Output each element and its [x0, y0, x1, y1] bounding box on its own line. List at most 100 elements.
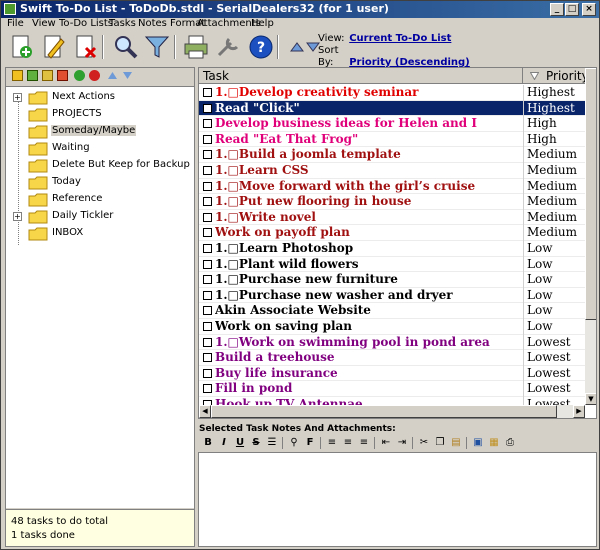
edit-task-icon[interactable]	[39, 33, 67, 61]
menu-todo-lists[interactable]: To-Do Lists	[59, 18, 113, 29]
task-row[interactable]: 1.□Plant wild flowers Low	[199, 257, 585, 273]
task-row[interactable]: 1.□Work on swimming pool in pond area Low…	[199, 335, 585, 351]
task-done-checkbox[interactable]	[203, 228, 212, 238]
italic-button[interactable]: I	[217, 436, 231, 450]
underline-button[interactable]: U	[233, 436, 247, 450]
task-row[interactable]: 1.□Purchase new washer and dryer Low	[199, 288, 585, 304]
task-row[interactable]: Work on payoff plan Medium	[199, 225, 585, 241]
align-center-icon[interactable]: ≡	[341, 436, 355, 450]
copy-icon[interactable]: ❐	[433, 436, 447, 450]
task-done-checkbox[interactable]	[203, 119, 212, 129]
cut-icon[interactable]: ✂	[417, 436, 431, 450]
scroll-right-arrow[interactable]: ▶	[573, 405, 585, 418]
tree-item[interactable]: PROJECTS	[6, 106, 194, 123]
scroll-down-arrow[interactable]: ▼	[585, 393, 596, 405]
vertical-scroll-thumb[interactable]	[585, 68, 596, 320]
bold-button[interactable]: B	[201, 436, 215, 450]
bullet-list-icon[interactable]: ☰	[265, 436, 279, 450]
find-text-icon[interactable]: ⚲	[287, 436, 301, 450]
notes-editor[interactable]	[198, 452, 597, 547]
help-icon[interactable]: ?	[247, 33, 275, 61]
task-row[interactable]: 1.□Purchase new furniture Low	[199, 272, 585, 288]
menu-help[interactable]: Help	[251, 18, 274, 29]
menu-tasks[interactable]: Tasks	[109, 18, 136, 29]
tree-item[interactable]: INBOX	[6, 225, 194, 242]
task-row[interactable]: Hook up TV Antennae Lowest	[199, 397, 585, 405]
paste-icon[interactable]: ▤	[449, 436, 463, 450]
close-button[interactable]: ×	[582, 3, 596, 16]
task-done-checkbox[interactable]	[203, 259, 212, 269]
menu-view[interactable]: View	[32, 18, 56, 29]
tree-item[interactable]: Someday/Maybe	[6, 123, 194, 140]
open-attachment-icon[interactable]: ▦	[487, 436, 501, 450]
task-row[interactable]: 1.□Put new flooring in house Medium	[199, 194, 585, 210]
search-icon[interactable]	[111, 33, 139, 61]
font-button[interactable]: F	[303, 436, 317, 450]
task-done-checkbox[interactable]	[203, 150, 212, 160]
task-done-checkbox[interactable]	[203, 197, 212, 207]
move-up-icon[interactable]	[283, 33, 304, 61]
task-done-checkbox[interactable]	[203, 103, 212, 113]
minimize-button[interactable]: _	[550, 3, 564, 16]
task-row[interactable]: 1.□Learn CSS Medium	[199, 163, 585, 179]
expand-icon[interactable]: +	[13, 93, 22, 102]
tree-item[interactable]: Today	[6, 174, 194, 191]
task-done-checkbox[interactable]	[203, 244, 212, 253]
task-row[interactable]: Build a treehouse Lowest	[199, 350, 585, 366]
folder-up-icon[interactable]	[107, 70, 118, 81]
task-row[interactable]: Buy life insurance Lowest	[199, 366, 585, 382]
filter-icon[interactable]	[143, 33, 171, 61]
expand-all-icon[interactable]	[74, 70, 85, 81]
tree-item[interactable]: Delete But Keep for Backup	[6, 157, 194, 174]
expand-icon[interactable]: +	[13, 212, 22, 221]
task-done-checkbox[interactable]	[203, 88, 212, 97]
delete-folder-icon[interactable]	[57, 70, 68, 81]
task-row[interactable]: 1.□Write novel Medium	[199, 210, 585, 226]
collapse-all-icon[interactable]	[89, 70, 100, 81]
print-notes-icon[interactable]: ⎙	[503, 436, 517, 450]
task-done-checkbox[interactable]	[203, 290, 212, 300]
align-left-icon[interactable]: ≡	[325, 436, 339, 450]
print-icon[interactable]	[182, 33, 210, 61]
tree-item[interactable]: + Daily Tickler	[6, 208, 194, 225]
menu-notes-format[interactable]: Notes Format	[138, 18, 205, 29]
edit-folder-icon[interactable]	[42, 70, 53, 81]
indent-icon[interactable]: ⇥	[395, 436, 409, 450]
folder-down-icon[interactable]	[122, 70, 133, 81]
task-done-checkbox[interactable]	[203, 322, 212, 331]
task-done-checkbox[interactable]	[203, 134, 212, 144]
task-column-header[interactable]: Task	[199, 68, 523, 84]
strikethrough-button[interactable]: S	[249, 436, 263, 450]
vertical-scrollbar[interactable]: ▼	[585, 68, 596, 405]
align-right-icon[interactable]: ≡	[357, 436, 371, 450]
tools-wrench-icon[interactable]	[215, 33, 243, 61]
horizontal-scroll-thumb[interactable]	[211, 405, 557, 418]
task-done-checkbox[interactable]	[203, 337, 212, 347]
horizontal-scrollbar[interactable]: ◀ ▶	[199, 405, 585, 418]
task-row[interactable]: 1.□Move forward with the girl’s cruise Me…	[199, 179, 585, 195]
task-row[interactable]: Work on saving plan Low	[199, 319, 585, 335]
task-done-checkbox[interactable]	[203, 275, 212, 285]
new-subfolder-icon[interactable]	[27, 70, 38, 81]
task-row[interactable]: Read "Click" Highest	[199, 100, 585, 117]
tree-item[interactable]: Waiting	[6, 140, 194, 157]
task-row[interactable]: Akin Associate Website Low	[199, 303, 585, 319]
scroll-left-arrow[interactable]: ◀	[199, 405, 211, 418]
save-icon[interactable]: ▣	[471, 436, 485, 450]
maximize-button[interactable]: □	[565, 3, 579, 16]
task-row[interactable]: Fill in pond Lowest	[199, 381, 585, 397]
task-done-checkbox[interactable]	[203, 166, 212, 175]
task-done-checkbox[interactable]	[203, 353, 212, 363]
tree-item[interactable]: Reference	[6, 191, 194, 208]
task-row[interactable]: 1.□Build a joomla template Medium	[199, 147, 585, 163]
task-row[interactable]: 1.□Develop creativity seminar Highest	[199, 85, 585, 101]
current-view-link[interactable]: Current To-Do List	[349, 33, 451, 44]
task-done-checkbox[interactable]	[203, 384, 212, 394]
menu-file[interactable]: File	[7, 18, 24, 29]
task-done-checkbox[interactable]	[203, 181, 212, 191]
task-done-checkbox[interactable]	[203, 306, 212, 316]
priority-column-header[interactable]: Priority	[524, 68, 585, 84]
task-done-checkbox[interactable]	[203, 368, 212, 378]
task-row[interactable]: Develop business ideas for Helen and I Hi…	[199, 116, 585, 132]
outdent-icon[interactable]: ⇤	[379, 436, 393, 450]
